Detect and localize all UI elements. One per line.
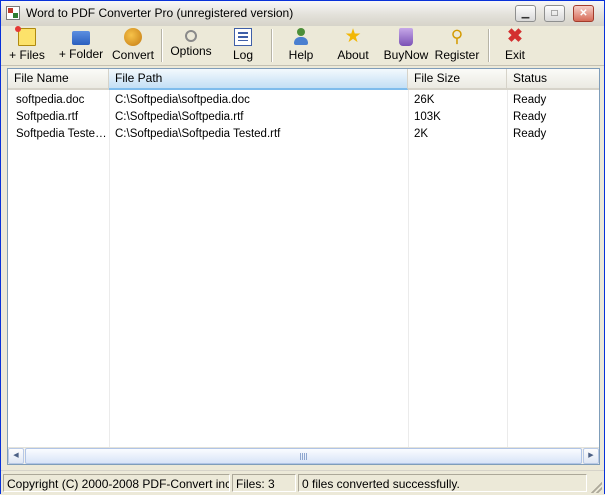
maximize-button[interactable]: □ <box>544 5 565 22</box>
exit-x-icon: ✖ <box>507 26 523 47</box>
exit-button[interactable]: ✖ Exit <box>497 26 533 63</box>
title-bar[interactable]: Word to PDF Converter Pro (unregistered … <box>1 1 604 27</box>
column-header-file-name[interactable]: File Name <box>8 69 109 88</box>
table-row[interactable]: Softpedia Tested... C:\Softpedia\Softped… <box>8 126 599 143</box>
list-header: File Name File Path File Size Status <box>8 69 599 90</box>
exit-label: Exit <box>504 48 525 62</box>
status-bar: Copyright (C) 2000-2008 PDF-Convert inc.… <box>1 470 604 495</box>
grip-icon <box>299 453 308 460</box>
column-header-file-path[interactable]: File Path <box>109 69 408 90</box>
horizontal-scrollbar[interactable]: ◀ ▶ <box>8 447 599 464</box>
log-label: Log <box>232 48 254 62</box>
buynow-button[interactable]: BuyNow <box>381 28 431 63</box>
register-label: Register <box>434 48 480 62</box>
file-path-cell: C:\Softpedia\softpedia.doc <box>115 94 250 106</box>
file-name-cell: Softpedia Tested... <box>16 128 109 140</box>
log-icon <box>234 28 252 46</box>
column-header-status[interactable]: Status <box>507 69 599 88</box>
status-cell: Ready <box>513 111 547 123</box>
key-icon: ⚲ <box>450 27 464 46</box>
toolbar-separator <box>271 29 273 62</box>
maximize-icon: □ <box>551 8 558 19</box>
column-divider <box>507 90 508 450</box>
convert-label: Convert <box>111 48 155 62</box>
scroll-right-button[interactable]: ▶ <box>583 448 599 464</box>
close-button[interactable]: ✕ <box>573 5 594 22</box>
app-icon[interactable] <box>6 6 20 20</box>
convert-icon <box>124 28 142 46</box>
status-cell: Ready <box>513 128 547 140</box>
scroll-left-icon: ◀ <box>13 452 19 459</box>
options-button[interactable]: Options <box>167 28 215 63</box>
toolbar: + Files + Folder Convert Options Log Hel… <box>1 26 604 66</box>
status-copyright: Copyright (C) 2000-2008 PDF-Convert inc. <box>3 474 230 492</box>
about-label: About <box>337 48 369 62</box>
options-label: Options <box>170 44 212 58</box>
status-message: 0 files converted successfully. <box>298 474 587 492</box>
file-name-cell: Softpedia.rtf <box>16 111 79 123</box>
add-folder-button[interactable]: + Folder <box>57 28 105 63</box>
add-files-icon <box>15 26 36 46</box>
resize-grip-icon[interactable] <box>591 482 602 493</box>
toolbar-separator <box>161 29 163 62</box>
about-button[interactable]: ★ About <box>334 26 372 63</box>
star-icon: ★ <box>344 26 362 47</box>
toolbar-separator <box>488 29 490 62</box>
scrollbar-thumb[interactable] <box>25 448 582 464</box>
file-path-cell: C:\Softpedia\Softpedia.rtf <box>115 111 244 123</box>
help-button[interactable]: Help <box>283 28 319 63</box>
file-path-cell: C:\Softpedia\Softpedia Tested.rtf <box>115 128 281 140</box>
close-icon: ✕ <box>579 8 588 19</box>
convert-button[interactable]: Convert <box>109 28 157 63</box>
add-files-button[interactable]: + Files <box>7 26 47 63</box>
minimize-button[interactable]: ▁ <box>515 5 536 22</box>
add-folder-label: + Folder <box>58 47 104 61</box>
file-size-cell: 26K <box>414 94 435 106</box>
options-icon <box>185 30 197 42</box>
cart-icon <box>399 28 413 46</box>
scroll-right-icon: ▶ <box>588 452 594 459</box>
help-label: Help <box>288 48 314 62</box>
add-folder-icon <box>72 31 90 45</box>
scroll-left-button[interactable]: ◀ <box>8 448 24 464</box>
add-files-label: + Files <box>9 48 45 62</box>
table-row[interactable]: Softpedia.rtf C:\Softpedia\Softpedia.rtf… <box>8 109 599 126</box>
file-size-cell: 2K <box>414 128 429 140</box>
table-row[interactable]: softpedia.doc C:\Softpedia\softpedia.doc… <box>8 92 599 109</box>
help-icon <box>292 28 310 46</box>
minimize-icon: ▁ <box>521 8 530 19</box>
column-divider <box>408 90 409 450</box>
column-divider <box>109 90 110 450</box>
status-file-count: Files: 3 <box>232 474 296 492</box>
file-size-cell: 103K <box>414 111 441 123</box>
file-name-cell: softpedia.doc <box>16 94 85 106</box>
status-cell: Ready <box>513 94 547 106</box>
file-list[interactable]: File Name File Path File Size Status sof… <box>7 68 600 465</box>
app-window: Word to PDF Converter Pro (unregistered … <box>0 0 605 495</box>
column-header-file-size[interactable]: File Size <box>408 69 507 88</box>
register-button[interactable]: ⚲ Register <box>433 28 481 63</box>
log-button[interactable]: Log <box>225 28 261 63</box>
buynow-label: BuyNow <box>383 48 429 62</box>
window-title: Word to PDF Converter Pro (unregistered … <box>26 6 294 20</box>
